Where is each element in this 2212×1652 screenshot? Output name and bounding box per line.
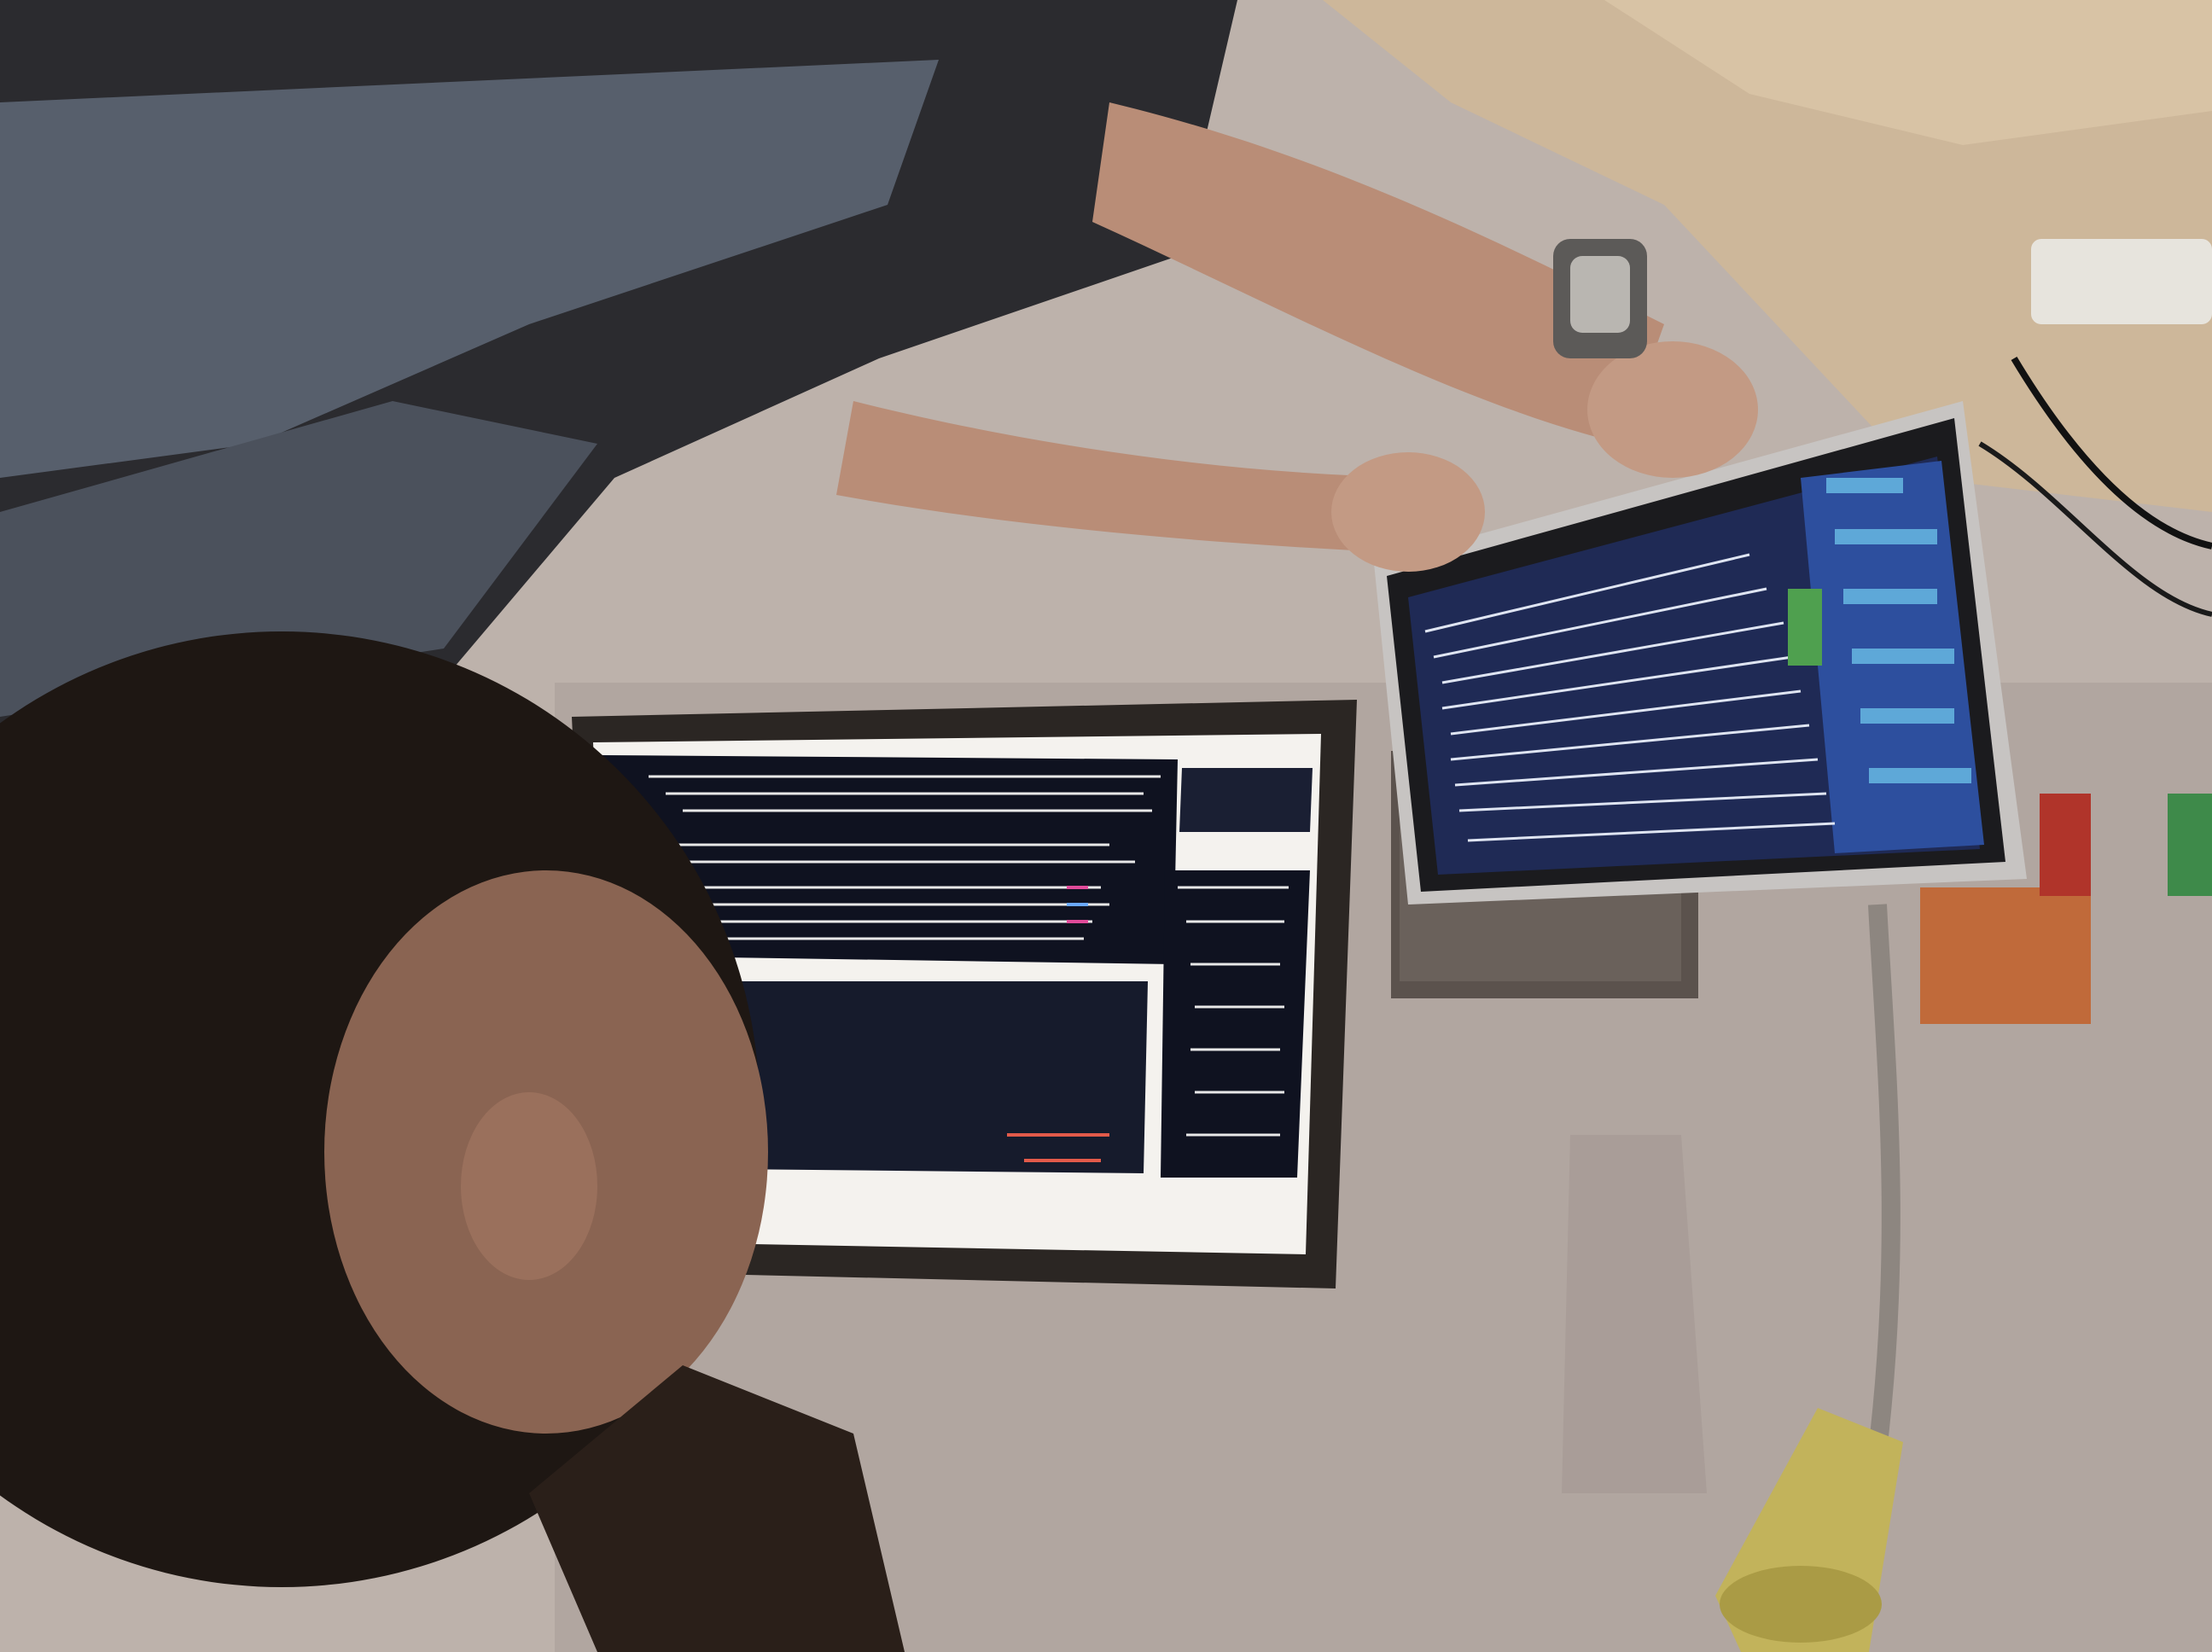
person-ear bbox=[461, 1092, 597, 1280]
power-strip bbox=[2031, 239, 2212, 324]
lamp-shade-rim bbox=[1720, 1566, 1882, 1643]
wristwatch-face bbox=[1570, 256, 1630, 333]
lamp-shadow bbox=[1562, 1135, 1707, 1493]
monitor-bottom-pane bbox=[725, 981, 1148, 1173]
red-item bbox=[2040, 794, 2091, 896]
monitor-sidebar bbox=[1161, 870, 1310, 1178]
person-hand bbox=[1587, 341, 1758, 478]
monitor-header bbox=[1179, 768, 1313, 832]
laptop-green-block bbox=[1788, 589, 1822, 666]
photo-scene bbox=[0, 0, 2212, 1652]
green-item bbox=[2168, 794, 2212, 896]
orange-box bbox=[1920, 887, 2091, 1024]
person-hand bbox=[1331, 452, 1485, 572]
